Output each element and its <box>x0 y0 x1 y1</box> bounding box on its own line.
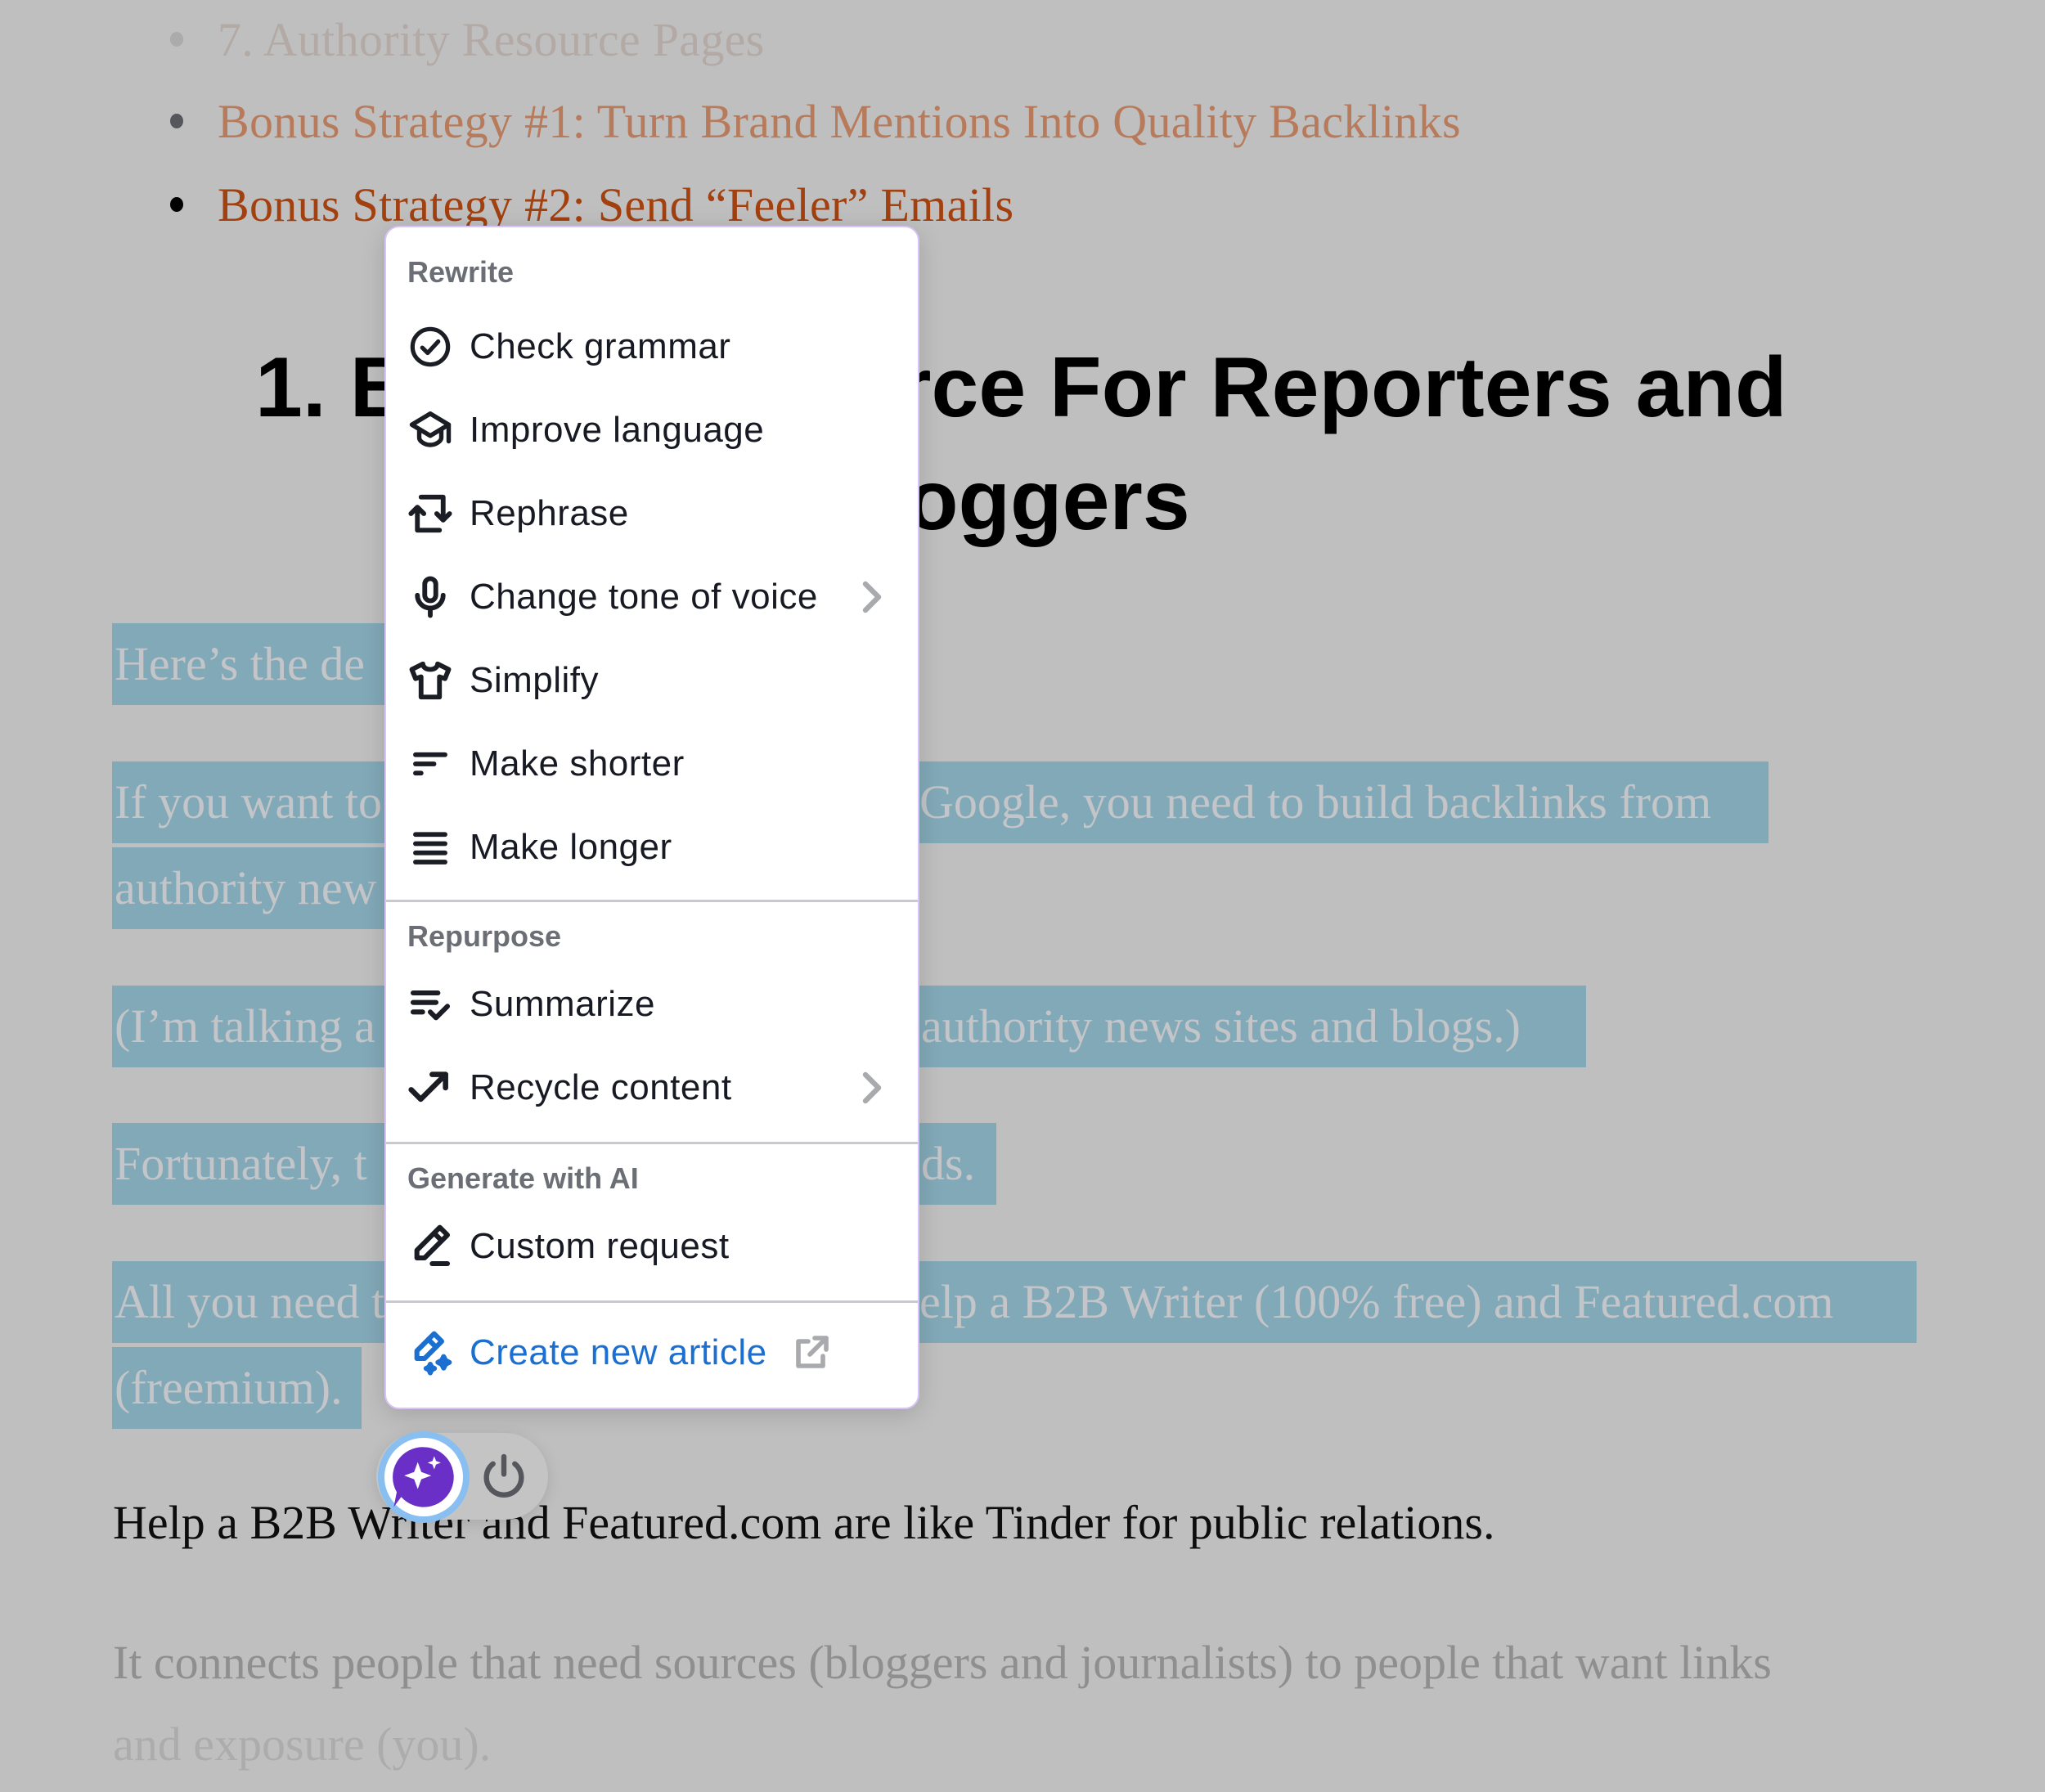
bullet-icon <box>170 197 183 212</box>
pencil-icon <box>407 1224 453 1269</box>
menu-item-make-shorter[interactable]: Make shorter <box>386 723 918 805</box>
toc-item-authority-resource-pages[interactable]: 7. Authority Resource Pages <box>170 7 765 72</box>
paragraph-connects-line2: and exposure (you). <box>113 1718 492 1771</box>
short-lines-icon <box>407 741 453 787</box>
toc-link[interactable]: Bonus Strategy #2: Send “Feeler” Emails <box>218 177 1014 232</box>
trend-arrow-icon <box>407 1065 453 1111</box>
external-link-icon <box>795 1336 829 1368</box>
long-lines-icon <box>407 824 453 870</box>
menu-item-improve-language[interactable]: Improve language <box>386 389 918 471</box>
menu-divider <box>386 1142 918 1144</box>
menu-divider <box>386 900 918 902</box>
menu-divider <box>386 1300 918 1303</box>
power-button[interactable] <box>478 1450 530 1502</box>
selected-text-left: (I’m talking a <box>115 999 375 1053</box>
section-title-repurpose: Repurpose <box>407 919 562 953</box>
chevron-right-icon <box>862 1071 882 1104</box>
rephrase-arrows-icon <box>407 491 453 537</box>
heading-line1-right: rce For Reporters and <box>898 340 1787 435</box>
selected-text-right: Google, you need to build backlinks from <box>919 775 1712 829</box>
menu-item-make-longer[interactable]: Make longer <box>386 806 918 888</box>
menu-item-change-tone-of-voice[interactable]: Change tone of voice <box>386 556 918 638</box>
menu-item-recycle-content[interactable]: Recycle content <box>386 1047 918 1129</box>
selected-text-right: authority news sites and blogs.) <box>921 999 1521 1053</box>
ai-sparkle-chat-icon <box>393 1447 454 1507</box>
microphone-icon <box>407 574 453 620</box>
power-icon <box>483 1453 524 1498</box>
selected-text-left: Here’s the de <box>115 637 365 690</box>
section-title-rewrite: Rewrite <box>407 255 515 289</box>
menu-item-summarize[interactable]: Summarize <box>386 963 918 1045</box>
chevron-right-icon <box>862 581 882 613</box>
selected-text-left: authority new <box>115 861 377 914</box>
menu-item-simplify[interactable]: Simplify <box>386 640 918 721</box>
check-circle-icon <box>407 324 453 370</box>
heading-line2-right: oggers <box>906 453 1190 548</box>
tshirt-icon <box>407 658 453 703</box>
ai-context-menu: Rewrite Check grammar Improve language R… <box>384 226 919 1409</box>
graduation-cap-icon <box>407 407 453 453</box>
magic-pencil-icon <box>407 1330 453 1376</box>
menu-item-check-grammar[interactable]: Check grammar <box>386 306 918 388</box>
selected-text-left: Fortunately, t <box>115 1137 367 1190</box>
ai-assistant-button[interactable] <box>378 1431 470 1523</box>
menu-item-rephrase[interactable]: Rephrase <box>386 473 918 555</box>
menu-item-create-new-article[interactable]: Create new article <box>386 1312 918 1394</box>
toc-link[interactable]: 7. Authority Resource Pages <box>218 12 765 67</box>
menu-item-custom-request[interactable]: Custom request <box>386 1206 918 1287</box>
toc-item-bonus-strategy-1[interactable]: Bonus Strategy #1: Turn Brand Mentions I… <box>170 88 1461 154</box>
selected-text-right: ds. <box>921 1137 976 1190</box>
bullet-icon <box>170 114 183 128</box>
summarize-icon <box>407 981 453 1027</box>
selected-text-left: (freemium). <box>115 1361 343 1414</box>
section-title-generate-with-ai: Generate with AI <box>407 1161 639 1195</box>
paragraph-connects-line1: It connects people that need sources (bl… <box>113 1636 1772 1689</box>
toc-link[interactable]: Bonus Strategy #1: Turn Brand Mentions I… <box>218 94 1461 149</box>
bullet-icon <box>170 32 183 47</box>
selected-text-left: All you need t <box>115 1275 385 1328</box>
paragraph-help-a-b2b: Help a B2B Writer and Featured.com are l… <box>113 1496 1495 1549</box>
selected-text-left: If you want to <box>115 775 382 829</box>
selected-text-right: elp a B2B Writer (100% free) and Feature… <box>919 1275 1834 1328</box>
